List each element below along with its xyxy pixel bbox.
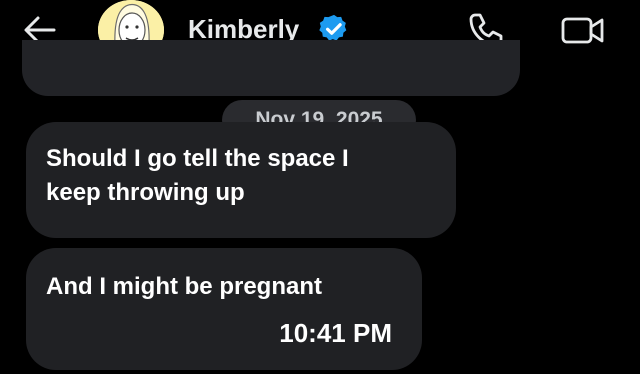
message-timestamp: 10:41 PM <box>279 318 392 348</box>
message-text-line: keep throwing up <box>46 179 245 206</box>
message-text-line: Should I go tell the space I <box>46 145 349 172</box>
message-bubble[interactable]: And I might be pregnant 10:41 PM <box>26 248 422 370</box>
video-call-button[interactable] <box>560 10 606 50</box>
video-camera-icon <box>561 17 604 44</box>
message-text-line: And I might be pregnant <box>46 273 322 300</box>
previous-message-bubble[interactable] <box>22 40 520 96</box>
message-bubble[interactable]: Should I go tell the space I keep throwi… <box>26 122 456 238</box>
